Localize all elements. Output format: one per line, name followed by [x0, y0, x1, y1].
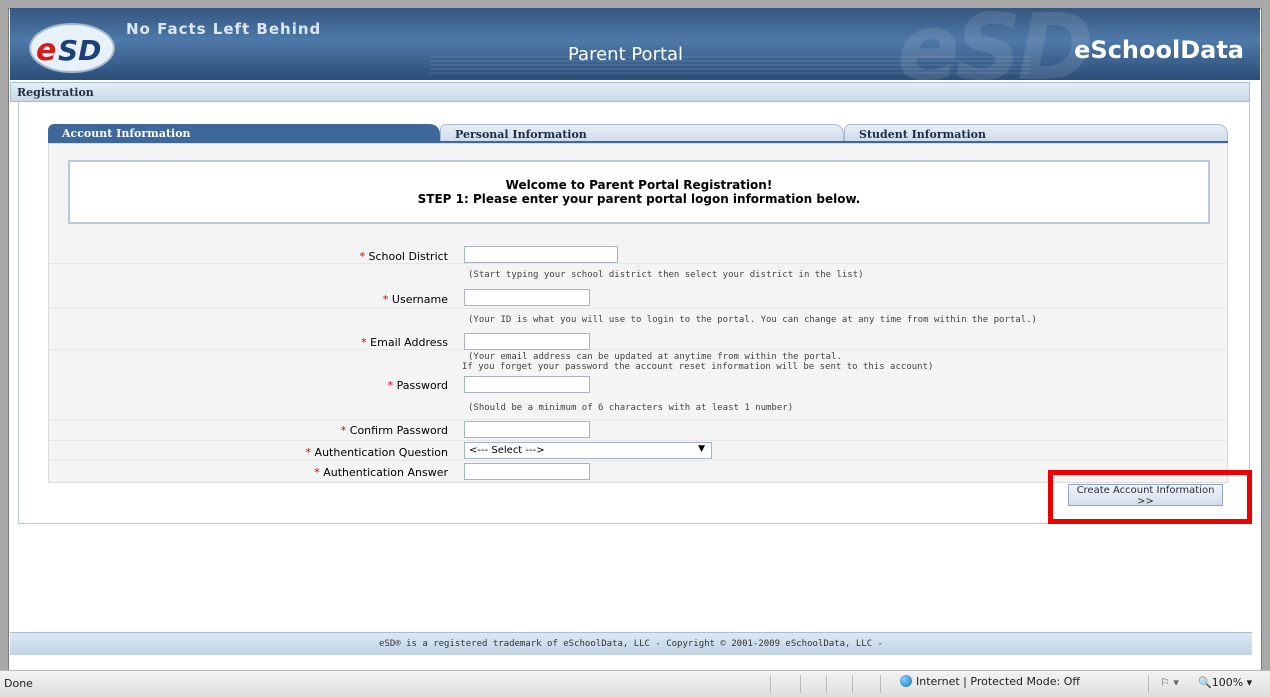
- status-divider: [770, 675, 771, 693]
- brand-name: eSchoolData: [1074, 36, 1244, 64]
- auth-answer-label: * Authentication Answer: [314, 466, 448, 479]
- status-text: Done: [4, 677, 33, 690]
- password-input[interactable]: [464, 376, 590, 393]
- zoom-control[interactable]: 🔍100% ▾: [1198, 676, 1252, 689]
- required-marker: *: [359, 250, 365, 263]
- copyright-footer: eSD® is a registered trademark of eSchoo…: [10, 632, 1252, 655]
- required-marker: *: [387, 379, 394, 392]
- school-district-hint: (Start typing your school district then …: [468, 270, 864, 280]
- dropdown-arrow-icon[interactable]: ▼: [698, 444, 705, 454]
- globe-icon: [900, 675, 912, 687]
- portal-header: eSD e SD No Facts Left Behind Parent Por…: [10, 8, 1260, 80]
- required-marker: *: [382, 293, 389, 306]
- username-label: * Username: [382, 293, 448, 306]
- browser-status-bar: Done Internet | Protected Mode: Off ⚐ ▾ …: [0, 670, 1270, 697]
- row-confirm-password: [48, 419, 1228, 441]
- create-account-button[interactable]: Create Account Information >>: [1068, 484, 1223, 507]
- welcome-box: Welcome to Parent Portal Registration! S…: [68, 160, 1210, 224]
- row-username: [48, 285, 1228, 309]
- portal-title: Parent Portal: [568, 44, 684, 65]
- school-district-input[interactable]: [464, 246, 618, 263]
- tab-account-information[interactable]: Account Information: [48, 124, 440, 142]
- registration-bar: Registration: [10, 82, 1250, 102]
- auth-question-select[interactable]: <--- Select ---> ▼: [464, 442, 712, 459]
- svg-text:SD: SD: [58, 34, 101, 67]
- confirm-password-label: * Confirm Password: [340, 424, 448, 437]
- required-marker: *: [340, 424, 347, 437]
- school-district-label: * School District: [359, 250, 448, 263]
- username-input[interactable]: [464, 289, 590, 306]
- row-school-district: [48, 240, 1228, 264]
- required-marker: *: [314, 466, 320, 479]
- security-zone[interactable]: Internet | Protected Mode: Off: [900, 675, 1080, 688]
- registration-title: Registration: [17, 86, 94, 99]
- username-hint: (Your ID is what you will use to login t…: [468, 315, 1037, 325]
- auth-question-label: * Authentication Question: [305, 446, 448, 459]
- svg-text:e: e: [36, 33, 56, 68]
- protected-mode-icon[interactable]: ⚐ ▾: [1160, 676, 1179, 689]
- status-divider: [880, 675, 881, 693]
- email-input[interactable]: [464, 333, 590, 350]
- status-divider: [800, 675, 801, 693]
- email-hint-line1: (Your email address can be updated at an…: [468, 352, 842, 362]
- status-divider: [1148, 675, 1149, 693]
- required-marker: *: [305, 446, 312, 459]
- tagline: No Facts Left Behind: [126, 20, 322, 38]
- email-hint-line2: If you forget your password the account …: [462, 362, 934, 372]
- password-hint: (Should be a minimum of 6 characters wit…: [468, 403, 794, 413]
- tab-student-information[interactable]: Student Information: [844, 124, 1228, 142]
- auth-answer-input[interactable]: [464, 463, 590, 480]
- status-divider: [826, 675, 827, 693]
- password-label: * Password: [387, 379, 448, 392]
- row-email: [48, 330, 1228, 350]
- required-marker: *: [361, 336, 367, 349]
- email-label: * Email Address: [361, 336, 448, 349]
- confirm-password-input[interactable]: [464, 421, 590, 438]
- status-divider: [852, 675, 853, 693]
- welcome-heading: Welcome to Parent Portal Registration!: [505, 178, 773, 192]
- tab-personal-information[interactable]: Personal Information: [440, 124, 844, 142]
- header-watermark: eSD: [896, 8, 1094, 80]
- auth-question-selected: <--- Select --->: [469, 445, 545, 456]
- esd-logo: e SD: [29, 23, 115, 73]
- welcome-instruction: STEP 1: Please enter your parent portal …: [417, 192, 861, 206]
